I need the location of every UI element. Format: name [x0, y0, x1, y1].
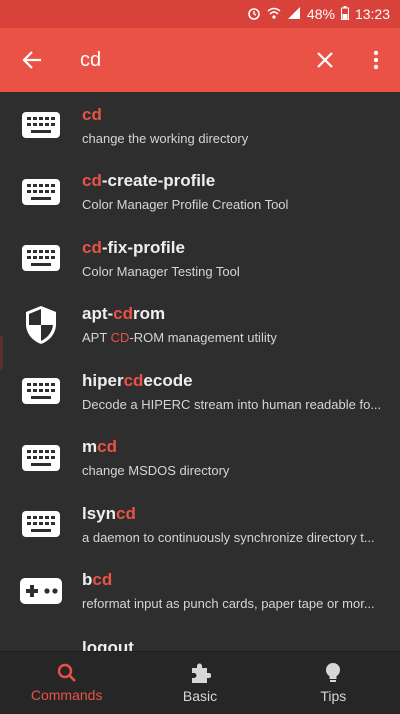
tab-commands[interactable]: Commands: [0, 652, 133, 714]
command-name: apt-cdrom: [82, 304, 166, 324]
list-item[interactable]: cd-create-profile Color Manager Profile …: [0, 159, 400, 226]
lightbulb-icon: [326, 663, 341, 682]
command-name: bcd: [82, 570, 113, 590]
list-item[interactable]: logout: [0, 624, 400, 652]
command-description: APT CD-ROM management utility: [82, 330, 277, 346]
command-description: change MSDOS directory: [82, 463, 230, 479]
battery-percent: 48%: [306, 6, 335, 22]
command-description: change the working directory: [82, 130, 249, 146]
keyboard-icon: [22, 378, 60, 405]
arrow-left-icon: [22, 51, 41, 69]
back-button[interactable]: [0, 28, 64, 92]
list-item[interactable]: bcd reformat input as punch cards, paper…: [0, 558, 400, 625]
command-name: logout: [82, 638, 134, 652]
search-icon: [57, 663, 76, 682]
battery-icon: [340, 5, 349, 23]
tab-basic-label: Basic: [182, 688, 218, 704]
command-name: cd-create-profile: [82, 171, 216, 191]
list-item[interactable]: lsyncd a daemon to continuously synchron…: [0, 491, 400, 558]
command-description: Decode a HIPERC stream into human readab…: [82, 396, 382, 412]
tab-basic[interactable]: Basic: [133, 652, 266, 714]
wifi-icon: [267, 6, 281, 23]
tab-tips[interactable]: Tips: [267, 652, 400, 714]
signal-icon: [287, 6, 301, 23]
list-item[interactable]: mcd change MSDOS directory: [0, 425, 400, 492]
puzzle-icon: [191, 663, 211, 683]
keyboard-icon: [22, 178, 60, 205]
tab-commands-label: Commands: [30, 687, 103, 703]
keyboard-icon: [22, 511, 60, 538]
command-name: cd: [82, 104, 102, 124]
clock: 13:23: [354, 6, 390, 22]
command-description: a daemon to continuously synchronize dir…: [82, 529, 375, 545]
keyboard-icon: [22, 112, 60, 139]
alarm-icon: [247, 6, 261, 23]
more-vert-icon: [373, 50, 379, 70]
keyboard-icon: [22, 444, 60, 471]
command-name: lsyncd: [82, 503, 136, 523]
list-item[interactable]: apt-cdrom APT CD-ROM management utility: [0, 292, 400, 359]
command-name: cd-fix-profile: [82, 237, 185, 257]
bottom-navigation: Commands Basic Tips: [0, 651, 400, 714]
list-item[interactable]: hipercdecode Decode a HIPERC stream into…: [0, 358, 400, 425]
list-item[interactable]: cd change the working directory: [0, 92, 400, 159]
command-description: reformat input as punch cards, paper tap…: [82, 596, 375, 612]
tab-tips-label: Tips: [320, 688, 347, 704]
search-app-bar: cd: [0, 28, 400, 92]
close-icon: [317, 52, 333, 68]
command-name: mcd: [82, 437, 117, 457]
clear-search-button[interactable]: [298, 28, 352, 92]
status-bar: 48% 13:23: [0, 0, 400, 28]
more-options-button[interactable]: [352, 28, 400, 92]
command-name: hipercdecode: [82, 370, 193, 390]
shield-icon: [26, 305, 56, 344]
results-list: cd change the working directory cd-creat…: [0, 92, 400, 652]
search-input[interactable]: cd: [64, 49, 298, 72]
command-description: Color Manager Testing Tool: [82, 263, 240, 279]
gamepad-icon: [20, 577, 62, 604]
keyboard-icon: [22, 245, 60, 272]
command-description: Color Manager Profile Creation Tool: [82, 197, 289, 213]
list-item[interactable]: cd-fix-profile Color Manager Testing Too…: [0, 225, 400, 292]
